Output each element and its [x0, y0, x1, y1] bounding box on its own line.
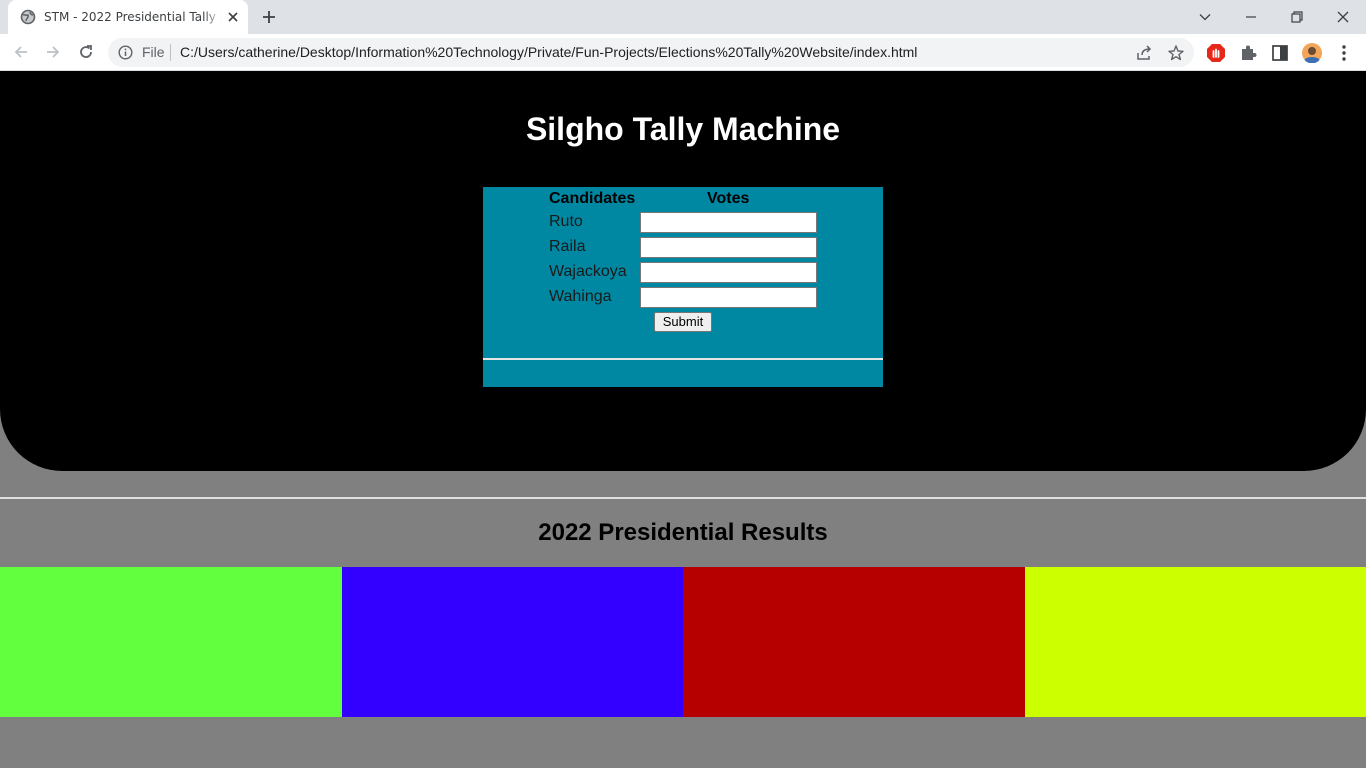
- back-arrow-icon[interactable]: [9, 40, 33, 64]
- window-close-icon[interactable]: [1320, 0, 1366, 34]
- column-header-votes: Votes: [707, 190, 750, 207]
- hero-section: Silgho Tally Machine Candidates Votes Ru…: [0, 71, 1366, 471]
- info-icon[interactable]: [118, 45, 133, 60]
- candidate-label-raila: Raila: [549, 238, 586, 255]
- result-bar-wahinga: [1025, 567, 1366, 717]
- votes-input-wajackoya[interactable]: [640, 262, 817, 283]
- results-title: 2022 Presidential Results: [538, 519, 828, 546]
- address-scheme-label: File: [142, 44, 165, 60]
- section-divider: [0, 497, 1366, 499]
- minimize-icon[interactable]: [1228, 0, 1274, 34]
- restore-icon[interactable]: [1274, 0, 1320, 34]
- url-text[interactable]: C:/Users/catherine/Desktop/Information%2…: [180, 45, 917, 60]
- votes-input-raila[interactable]: [640, 237, 817, 258]
- browser-tabstrip: STM - 2022 Presidential Tally Machine: [0, 0, 1366, 34]
- votes-input-ruto[interactable]: [640, 212, 817, 233]
- submit-button[interactable]: Submit: [654, 312, 712, 332]
- adblock-extension-icon[interactable]: [1206, 43, 1226, 63]
- page-viewport: Silgho Tally Machine Candidates Votes Ru…: [0, 71, 1366, 768]
- votes-input-wahinga[interactable]: [640, 287, 817, 308]
- reload-icon[interactable]: [74, 40, 98, 64]
- browser-tab[interactable]: STM - 2022 Presidential Tally Machine: [8, 0, 248, 34]
- forward-arrow-icon[interactable]: [41, 40, 65, 64]
- result-bar-ruto: [0, 567, 342, 717]
- column-header-candidates: Candidates: [549, 190, 636, 207]
- browser-toolbar: File C:/Users/catherine/Desktop/Informat…: [0, 34, 1366, 71]
- new-tab-icon[interactable]: [258, 6, 280, 28]
- address-bar[interactable]: File C:/Users/catherine/Desktop/Informat…: [108, 38, 1194, 67]
- tab-title: STM - 2022 Presidential Tally Machine: [44, 9, 222, 25]
- chevron-down-icon[interactable]: [1182, 0, 1228, 34]
- candidate-label-ruto: Ruto: [549, 213, 583, 230]
- page-title: Silgho Tally Machine: [525, 111, 841, 147]
- share-icon[interactable]: [1135, 44, 1153, 62]
- panel-divider: [483, 358, 883, 360]
- extensions-puzzle-icon[interactable]: [1238, 43, 1258, 63]
- side-panel-icon[interactable]: [1270, 43, 1290, 63]
- kebab-menu-icon[interactable]: [1334, 43, 1354, 63]
- close-icon[interactable]: [225, 9, 241, 25]
- bookmark-star-icon[interactable]: [1167, 44, 1185, 62]
- results-bars: [0, 567, 1366, 717]
- candidate-label-wajackoya: Wajackoya: [549, 263, 627, 280]
- globe-icon: [20, 9, 36, 25]
- candidate-label-wahinga: Wahinga: [549, 288, 612, 305]
- result-bar-wajackoya: [683, 567, 1025, 717]
- tally-form: Candidates Votes Ruto Raila Wajackoya Wa…: [483, 187, 883, 387]
- profile-avatar-icon[interactable]: [1302, 43, 1322, 64]
- result-bar-raila: [342, 567, 683, 717]
- address-separator: [170, 44, 171, 61]
